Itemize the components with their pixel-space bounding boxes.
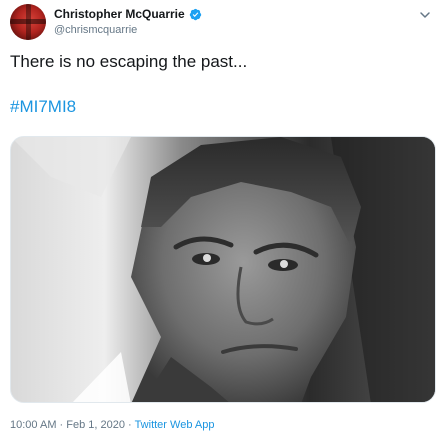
meta-separator: · xyxy=(56,419,67,431)
author-names: Christopher McQuarrie @chrismcquarrie xyxy=(54,7,202,37)
tweet-meta: 10:00 AM · Feb 1, 2020 · Twitter Web App xyxy=(10,417,214,433)
tweet-photo[interactable] xyxy=(10,136,436,403)
tweet: Christopher McQuarrie @chrismcquarrie Th… xyxy=(0,0,443,438)
photo-icon xyxy=(11,137,435,402)
tweet-text: There is no escaping the past... xyxy=(10,52,248,71)
avatar[interactable] xyxy=(10,4,46,40)
meta-separator-2: · xyxy=(124,419,135,431)
hashtag-link[interactable]: #MI7MI8 xyxy=(10,96,76,118)
author-handle[interactable]: @chrismcquarrie xyxy=(54,23,202,37)
tweet-source[interactable]: Twitter Web App xyxy=(135,419,215,431)
chevron-down-icon[interactable] xyxy=(419,8,431,20)
tweet-time[interactable]: 10:00 AM xyxy=(10,419,56,431)
tweet-header: Christopher McQuarrie @chrismcquarrie xyxy=(10,4,433,40)
author-display-name[interactable]: Christopher McQuarrie xyxy=(54,7,185,22)
verified-badge-icon xyxy=(189,8,202,21)
name-row: Christopher McQuarrie xyxy=(54,7,202,22)
tweet-date[interactable]: Feb 1, 2020 xyxy=(66,419,125,431)
